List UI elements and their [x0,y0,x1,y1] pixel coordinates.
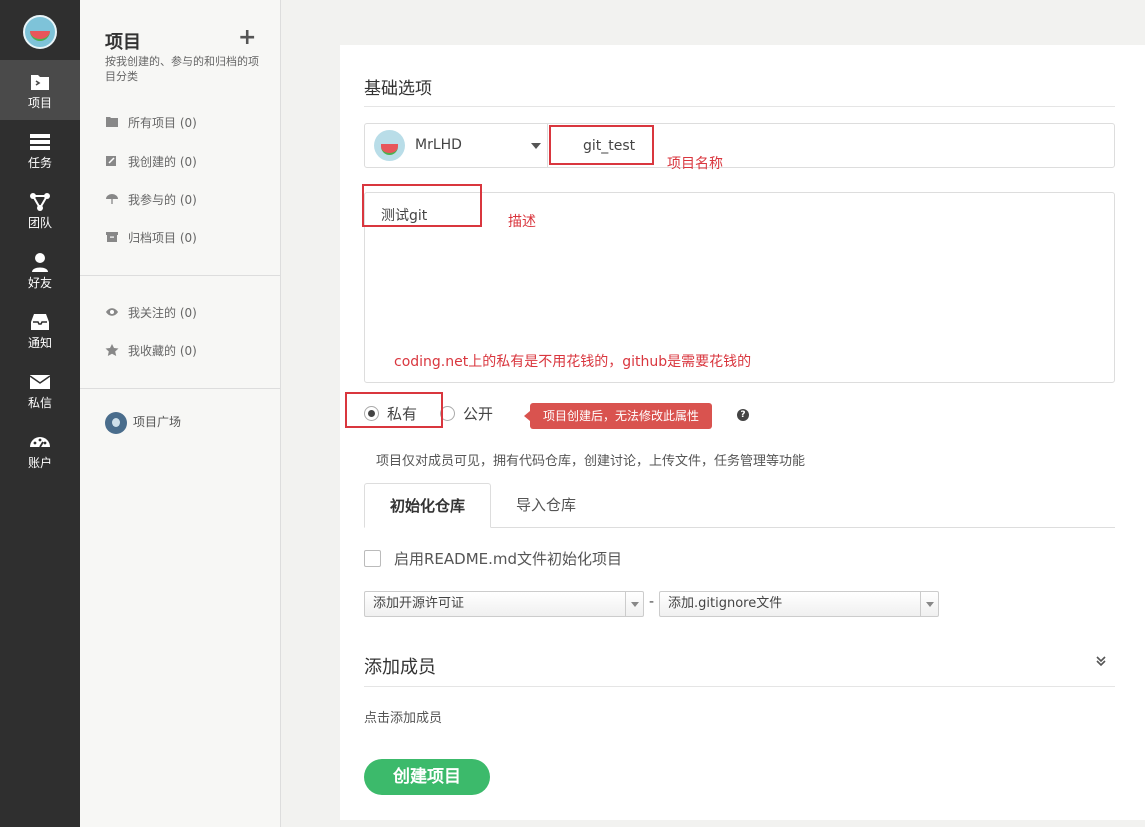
owner-dropdown[interactable]: MrLHD [365,124,548,167]
folder-icon [29,72,51,92]
annotation-box-project-name [549,125,654,165]
folder-icon [105,114,119,127]
sidebar-title: 项目 [105,32,141,53]
rail-item-team[interactable]: 团队 [0,180,80,240]
readme-checkbox[interactable] [364,550,381,567]
visibility-warning-tooltip: 项目创建后，无法修改此属性 [523,403,713,429]
tasks-icon [29,132,51,152]
add-project-button[interactable]: + [238,27,256,49]
dashboard-icon [29,432,51,452]
sidebar-divider [80,275,280,276]
globe-icon [105,411,127,434]
annotation-description: 描述 [508,214,536,230]
sidebar-item-archived[interactable]: 归档项目 (0) [105,228,197,248]
user-icon [29,252,51,272]
rail-item-tasks[interactable]: 任务 [0,120,80,180]
watermelon-logo-icon[interactable] [23,15,57,49]
rail-item-projects[interactable]: 项目 [0,60,80,120]
visibility-description: 项目仅对成员可见，拥有代码仓库，创建讨论，上传文件，任务管理等功能 [376,454,806,469]
sidebar-item-created[interactable]: 我创建的 (0) [105,152,197,172]
inbox-icon [29,312,51,332]
owner-name: MrLHD [415,137,462,153]
repo-tabs: 初始化仓库 导入仓库 [364,483,1115,528]
readme-checkbox-row[interactable]: 启用README.md文件初始化项目 [364,549,622,569]
star-icon [105,342,119,356]
create-project-form: 基础选项 MrLHD 测试git 私有 公开 项目创建后，无法修改此属性 ? 项… [340,45,1145,820]
select-arrow-icon [625,592,643,616]
rail-item-account[interactable]: 账户 [0,420,80,480]
section-title-members: 添加成员 [364,657,436,678]
annotation-project-name: 项目名称 [667,156,723,172]
sidebar-description: 按我创建的、参与的和归档的项目分类 [105,55,259,83]
umbrella-icon [105,191,119,204]
create-project-button[interactable]: 创建项目 [364,759,490,795]
annotation-pricing: coding.net上的私有是不用花钱的，github是需要花钱的 [394,354,752,370]
edit-icon [105,153,119,166]
select-arrow-icon [920,592,938,616]
icon-rail: 项目 任务 团队 好友 通知 私信 账户 [0,0,80,827]
license-select[interactable]: 添加开源许可证 [364,591,644,617]
rail-item-messages[interactable]: 私信 [0,360,80,420]
envelope-icon [29,372,51,392]
gitignore-select[interactable]: 添加.gitignore文件 [659,591,939,617]
sidebar-item-project-plaza[interactable]: 项目广场 [105,410,181,434]
select-separator: - [649,594,655,610]
project-sidebar: 项目 + 按我创建的、参与的和归档的项目分类 所有项目 (0) 我创建的 (0)… [80,0,281,827]
visibility-public-radio[interactable]: 公开 [440,404,493,424]
sidebar-divider [80,388,280,389]
owner-name-row: MrLHD [364,123,1115,168]
caret-down-icon [531,143,541,149]
rail-item-friends[interactable]: 好友 [0,240,80,300]
double-chevron-down-icon[interactable] [1095,655,1107,668]
question-icon[interactable]: ? [737,409,749,421]
section-divider [364,686,1115,687]
rail-item-notifications[interactable]: 通知 [0,300,80,360]
section-divider [364,106,1115,107]
tab-init-repo[interactable]: 初始化仓库 [364,483,491,528]
annotation-box-private [345,392,443,428]
eye-icon [105,304,119,316]
sidebar-item-participated[interactable]: 我参与的 (0) [105,190,197,210]
sidebar-item-all-projects[interactable]: 所有项目 (0) [105,113,197,133]
annotation-box-description [362,184,482,227]
tab-import-repo[interactable]: 导入仓库 [491,483,601,528]
avatar [374,130,405,161]
sidebar-item-starred[interactable]: 我收藏的 (0) [105,341,197,361]
archive-icon [105,229,119,242]
section-title-basic: 基础选项 [364,79,432,99]
add-members-link[interactable]: 点击添加成员 [364,707,442,726]
sidebar-item-watching[interactable]: 我关注的 (0) [105,303,197,323]
team-icon [29,192,51,212]
